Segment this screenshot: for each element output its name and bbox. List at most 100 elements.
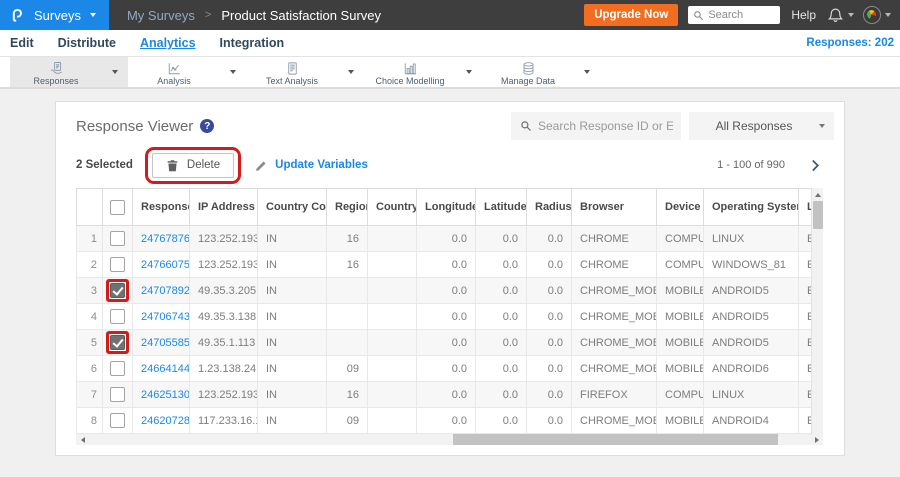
- response-filter-dropdown[interactable]: All Responses: [689, 112, 834, 140]
- row-number: 4: [76, 303, 103, 330]
- table-row: 824620728117.233.16.177IN090.00.00.0CHRO…: [76, 407, 811, 434]
- horizontal-scroll-thumb[interactable]: [453, 434, 778, 445]
- column-header-region[interactable]: Region: [326, 188, 368, 226]
- surveys-menu[interactable]: Surveys: [0, 0, 109, 30]
- row-checkbox-cell: [102, 225, 133, 252]
- response-id-link[interactable]: 24706743: [132, 303, 190, 330]
- selected-count: 2 Selected: [76, 159, 133, 171]
- toolbar-dropdown-analysis[interactable]: [220, 57, 246, 87]
- nav-tab-analytics[interactable]: Analytics: [140, 36, 196, 50]
- cell-ip-address: 49.35.1.113: [189, 329, 258, 356]
- column-header-response-id[interactable]: Response ID: [132, 188, 190, 226]
- column-header-longitude[interactable]: Longitude: [416, 188, 476, 226]
- scroll-left-arrow[interactable]: [76, 436, 89, 443]
- select-all-checkbox[interactable]: [110, 199, 125, 215]
- toolbar-item-manage-data[interactable]: Manage Data: [482, 57, 574, 87]
- cell-region: 16: [326, 251, 368, 278]
- column-header-language[interactable]: Language: [798, 188, 811, 226]
- toolbar-dropdown-responses[interactable]: [102, 57, 128, 87]
- row-checkbox[interactable]: [110, 413, 125, 428]
- scroll-right-arrow[interactable]: [810, 436, 823, 443]
- column-header-ip-address[interactable]: IP Address: [189, 188, 258, 226]
- column-header-latitude[interactable]: Latitude: [475, 188, 527, 226]
- column-header-country-code[interactable]: Country Code: [257, 188, 327, 226]
- response-id-link[interactable]: 24625130: [132, 381, 190, 408]
- toolbar-dropdown-text-analysis[interactable]: [338, 57, 364, 87]
- scroll-up-arrow[interactable]: [814, 188, 821, 201]
- column-header-browser[interactable]: Browser: [571, 188, 657, 226]
- row-checkbox[interactable]: [110, 387, 125, 402]
- nav-tab-edit[interactable]: Edit: [10, 36, 34, 50]
- cell-radius: 0.0: [526, 303, 572, 330]
- column-header-device[interactable]: Device: [656, 188, 704, 226]
- column-header-operating-system[interactable]: Operating System: [703, 188, 799, 226]
- delete-button[interactable]: Delete: [151, 152, 235, 178]
- table-horizontal-scrollbar[interactable]: [76, 434, 823, 445]
- account-menu[interactable]: [863, 6, 891, 24]
- vertical-scroll-thumb[interactable]: [812, 201, 823, 229]
- row-number: 3: [76, 277, 103, 304]
- row-checkbox-cell: [102, 251, 133, 278]
- response-id-link[interactable]: 24664144: [132, 355, 190, 382]
- response-search[interactable]: [511, 112, 681, 140]
- row-checkbox[interactable]: [110, 309, 125, 324]
- cell-longitude: 0.0: [416, 225, 476, 252]
- cell-region: [326, 303, 368, 330]
- breadcrumb-my-surveys[interactable]: My Surveys: [127, 8, 195, 23]
- responses-count-link[interactable]: Responses: 202: [806, 37, 894, 49]
- cell-ip-address: 1.23.138.24: [189, 355, 258, 382]
- toolbar-dropdown-manage-data[interactable]: [574, 57, 600, 87]
- row-checkbox[interactable]: [110, 231, 125, 246]
- upgrade-now-button[interactable]: Upgrade Now: [584, 4, 679, 26]
- toolbar-item-choice-modelling[interactable]: Choice Modelling: [364, 57, 456, 87]
- table-row: 724625130123.252.193.148IN160.00.00.0FIR…: [76, 381, 811, 408]
- cell-latitude: 0.0: [475, 407, 527, 434]
- cell-country: [367, 225, 417, 252]
- column-header-radius[interactable]: Radius: [526, 188, 572, 226]
- response-id-link[interactable]: 24707892: [132, 277, 190, 304]
- toolbar-dropdown-choice-modelling[interactable]: [456, 57, 482, 87]
- row-checkbox-cell: [102, 303, 133, 330]
- notifications-button[interactable]: [827, 7, 854, 24]
- toolbar-item-analysis[interactable]: Analysis: [128, 57, 220, 87]
- response-id-link[interactable]: 24620728: [132, 407, 190, 434]
- response-id-link[interactable]: 24767876: [132, 225, 190, 252]
- global-search[interactable]: [688, 6, 781, 24]
- cell-country: [367, 303, 417, 330]
- row-checkbox[interactable]: [110, 361, 125, 376]
- column-header-country[interactable]: Country: [367, 188, 417, 226]
- analysis-icon: [167, 61, 182, 76]
- cell-longitude: 0.0: [416, 251, 476, 278]
- checkbox-annotation-box: [106, 279, 129, 302]
- search-icon: [693, 10, 704, 21]
- cell-region: 09: [326, 407, 368, 434]
- table-row: 6 24664144 1.23.138.24 IN 09 0.0 0.0 0.0 CHROME_…: [76, 355, 811, 382]
- table-row: 5 24705585 49.35.1.113 IN 0.0 0.0 0.0 CHROME_MO…: [76, 329, 811, 356]
- cell-radius: 0.0: [526, 381, 572, 408]
- response-id-link[interactable]: 24705585: [132, 329, 190, 356]
- row-checkbox[interactable]: [110, 257, 125, 272]
- response-search-input[interactable]: [538, 119, 673, 133]
- cell-country: [367, 381, 417, 408]
- row-checkbox-cell: [102, 355, 133, 382]
- nav-tab-integration[interactable]: Integration: [220, 36, 285, 50]
- response-id-link[interactable]: 24766075: [132, 251, 190, 278]
- toolbar-item-responses[interactable]: Responses: [10, 57, 102, 87]
- chevron-down-icon: [848, 13, 854, 17]
- nav-tab-distribute[interactable]: Distribute: [58, 36, 116, 50]
- table-vertical-scrollbar[interactable]: [811, 188, 823, 442]
- cell-country-code: IN: [257, 277, 327, 304]
- bulk-action-bar: 2 Selected Delete Update Variables 1 - 1…: [56, 146, 844, 188]
- update-variables-button[interactable]: Update Variables: [255, 159, 368, 172]
- toolbar-item-text-analysis[interactable]: Text Analysis: [246, 57, 338, 87]
- pagination-next-button[interactable]: [811, 159, 820, 172]
- row-checkbox-checked[interactable]: [110, 283, 125, 298]
- cell-country-code: IN: [257, 225, 327, 252]
- cell-operating-system: WINDOWS_81: [703, 251, 799, 278]
- help-icon[interactable]: ?: [200, 119, 215, 133]
- help-link[interactable]: Help: [791, 8, 816, 22]
- response-viewer-panel: Response Viewer ? All Responses 2 Select…: [55, 101, 845, 456]
- cell-country-code: IN: [257, 355, 327, 382]
- row-checkbox-checked[interactable]: [110, 335, 125, 350]
- global-search-input[interactable]: [708, 9, 775, 21]
